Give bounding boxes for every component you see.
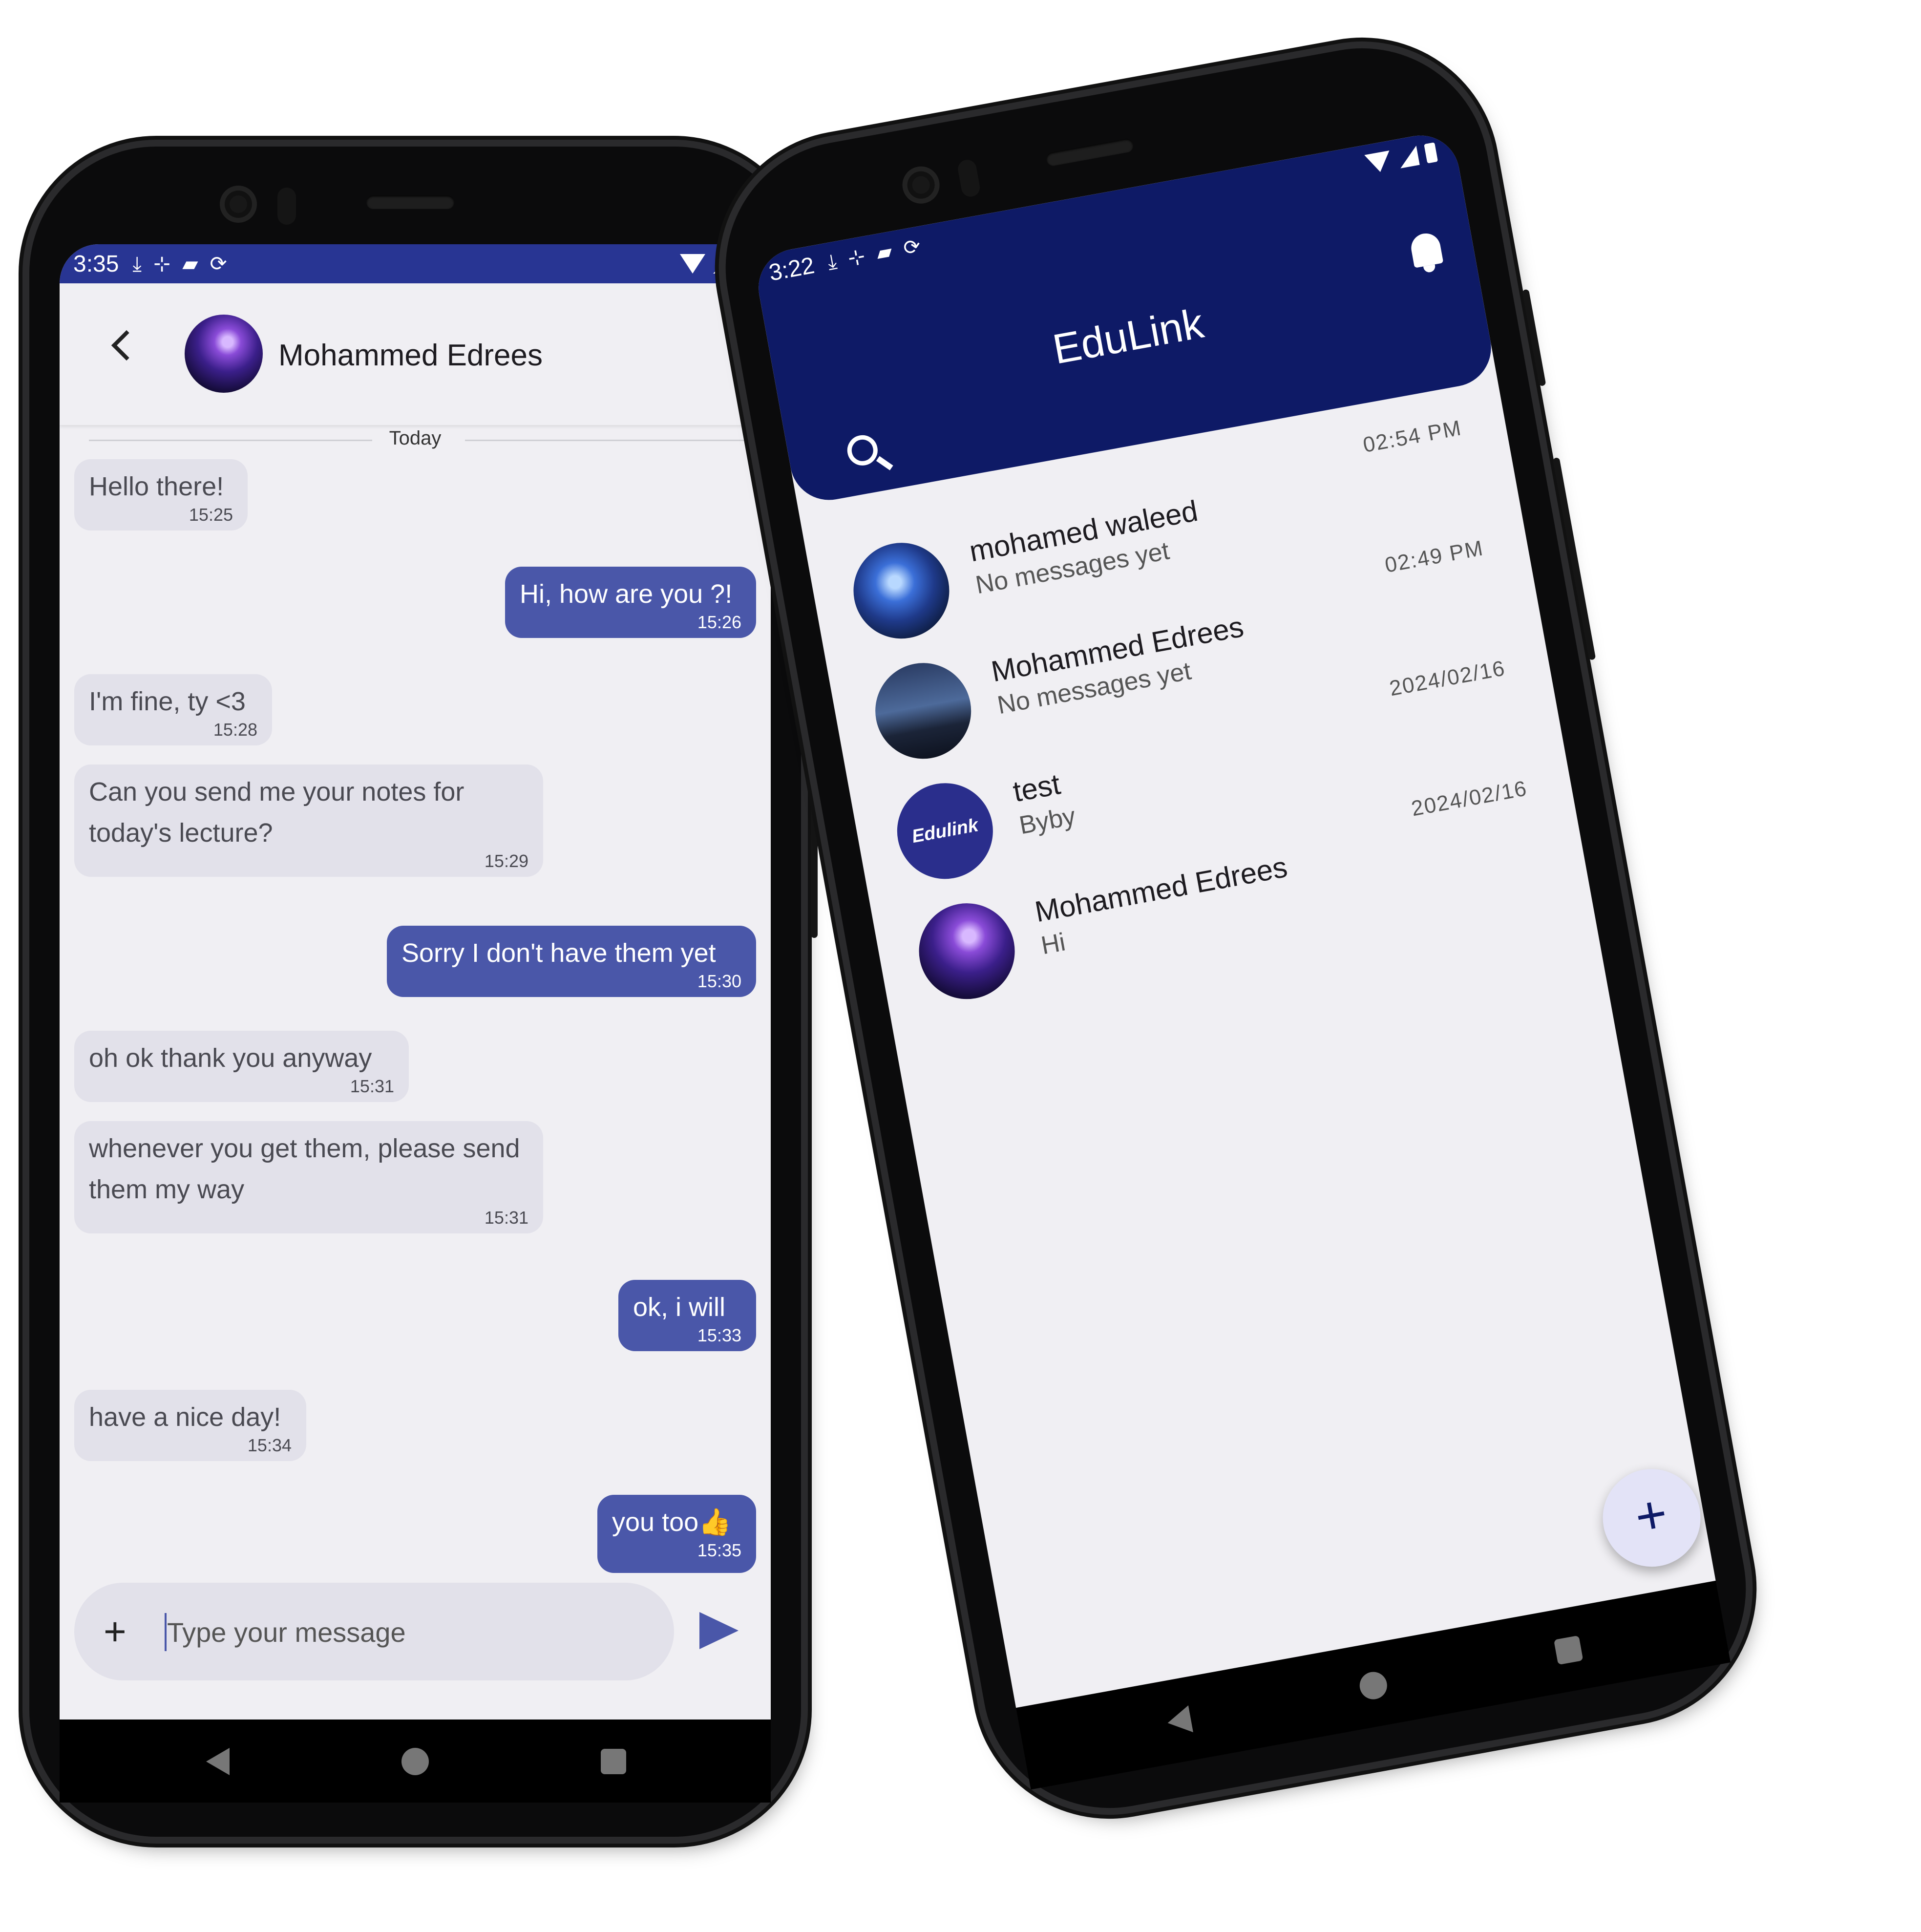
front-camera (220, 186, 257, 223)
message-bubble-out[interactable]: Sorry I don't have them yet 15:30 (387, 926, 756, 997)
message-bubble-in[interactable]: have a nice day! 15:34 (74, 1390, 306, 1461)
message-bubble-in[interactable]: whenever you get them, please send them … (74, 1121, 543, 1233)
search-icon[interactable] (844, 432, 880, 468)
sync-icon: ⟳ (210, 252, 227, 275)
message-time: 15:35 (697, 1540, 741, 1560)
bell-icon[interactable] (1409, 231, 1444, 268)
message-text: ok, i will (633, 1293, 726, 1322)
plus-icon: + (1630, 1483, 1672, 1548)
message-text: Hello there! (89, 472, 224, 501)
conversations-phone: 3:22 ⤓ ⊹ ▰ ⟳ EduLink mohamed waleed No m… (705, 27, 1767, 1829)
nfc-icon: ⊹ (153, 252, 171, 275)
download-icon: ⤓ (825, 249, 839, 274)
proximity-sensor (277, 188, 296, 225)
message-time: 15:31 (350, 1076, 394, 1096)
status-bar: 3:35 ⤓ ⊹ ▰ ⟳ (60, 244, 771, 283)
message-text: you too👍 (612, 1507, 732, 1537)
system-icons (1364, 142, 1438, 174)
message-input[interactable]: Type your message (167, 1613, 406, 1652)
wifi-icon (680, 254, 705, 274)
message-time: 15:29 (484, 851, 528, 871)
message-time: 15:28 (213, 720, 257, 740)
message-bubble-in[interactable]: Hello there! 15:25 (74, 459, 248, 531)
conversation-avatar: Edulink (889, 775, 1001, 887)
status-time: 3:35 (73, 251, 119, 277)
nav-back-icon[interactable] (206, 1748, 230, 1775)
conversation-preview: Hi (1038, 928, 1068, 960)
message-text: have a nice day! (89, 1402, 281, 1432)
send-icon[interactable] (699, 1612, 739, 1649)
proximity-sensor (956, 158, 982, 198)
nav-recents-icon[interactable] (1554, 1635, 1583, 1665)
message-text: whenever you get them, please send them … (89, 1134, 520, 1204)
chat-header: Mohammed Edrees (60, 283, 771, 425)
nav-home-icon[interactable] (401, 1748, 429, 1775)
message-bubble-in[interactable]: Can you send me your notes for today's l… (74, 764, 543, 877)
message-text: Can you send me your notes for today's l… (89, 777, 464, 848)
message-time: 15:30 (697, 971, 741, 991)
notification-icons: ⤓ ⊹ ▰ ⟳ (825, 234, 923, 274)
message-bubble-in[interactable]: oh ok thank you anyway 15:31 (74, 1031, 409, 1102)
back-arrow-icon[interactable] (111, 330, 142, 361)
wifi-icon (1364, 150, 1393, 174)
notification-icons: ⤓ ⊹ ▰ ⟳ (132, 254, 227, 274)
earpiece-speaker (366, 195, 454, 209)
message-bubble-out[interactable]: ok, i will 15:33 (618, 1280, 756, 1351)
date-separator: Today (389, 427, 442, 449)
text-caret (165, 1613, 167, 1651)
nav-back-icon[interactable] (1165, 1705, 1193, 1737)
download-icon: ⤓ (132, 252, 142, 275)
sync-icon: ⟳ (901, 234, 923, 260)
message-bubble-out[interactable]: you too👍 15:35 (597, 1495, 756, 1573)
plus-icon[interactable]: + (104, 1612, 127, 1651)
nav-home-icon[interactable] (1357, 1670, 1390, 1702)
battery-icon (1424, 142, 1438, 164)
message-text: Sorry I don't have them yet (401, 938, 716, 968)
chat-screen: 3:35 ⤓ ⊹ ▰ ⟳ Mohammed Edrees Today Hello… (60, 244, 771, 1720)
message-time: 15:26 (697, 612, 741, 632)
message-time: 15:34 (247, 1435, 292, 1455)
sd-card-icon: ▰ (182, 252, 198, 275)
system-nav-bar (60, 1720, 771, 1803)
conversations-screen: 3:22 ⤓ ⊹ ▰ ⟳ EduLink mohamed waleed No m… (752, 129, 1716, 1708)
message-composer[interactable]: + Type your message (74, 1583, 674, 1680)
message-text: Hi, how are you ?! (520, 579, 733, 609)
volume-button (1552, 457, 1596, 660)
conversation-avatar (845, 535, 957, 647)
contact-avatar[interactable] (185, 315, 263, 393)
status-time: 3:22 (767, 252, 817, 286)
message-text: I'm fine, ty <3 (89, 687, 246, 716)
message-text: oh ok thank you anyway (89, 1043, 372, 1073)
contact-name[interactable]: Mohammed Edrees (278, 338, 543, 373)
power-button (1521, 289, 1546, 386)
sd-card-icon: ▰ (874, 239, 894, 265)
chat-phone: 3:35 ⤓ ⊹ ▰ ⟳ Mohammed Edrees Today Hello… (29, 147, 818, 1837)
date-divider-right (465, 440, 748, 441)
message-bubble-in[interactable]: I'm fine, ty <3 15:28 (74, 674, 272, 745)
edulink-logo: Edulink (910, 814, 980, 847)
conversation-avatar (911, 895, 1023, 1007)
conversation-name: test (1010, 767, 1063, 808)
signal-icon (1397, 146, 1420, 169)
front-camera (899, 163, 943, 207)
new-chat-fab[interactable]: + (1595, 1461, 1709, 1575)
conversation-avatar (867, 655, 979, 767)
message-time: 15:25 (189, 505, 233, 525)
message-bubble-out[interactable]: Hi, how are you ?! 15:26 (505, 567, 756, 638)
nav-recents-icon[interactable] (601, 1749, 626, 1774)
conversation-preview: Byby (1017, 802, 1078, 840)
conversation-time: 02:54 PM (1361, 416, 1464, 457)
nfc-icon: ⊹ (845, 244, 867, 270)
message-time: 15:33 (697, 1325, 741, 1345)
message-time: 15:31 (484, 1208, 528, 1228)
earpiece-speaker (1045, 137, 1135, 167)
app-title: EduLink (1049, 299, 1207, 373)
